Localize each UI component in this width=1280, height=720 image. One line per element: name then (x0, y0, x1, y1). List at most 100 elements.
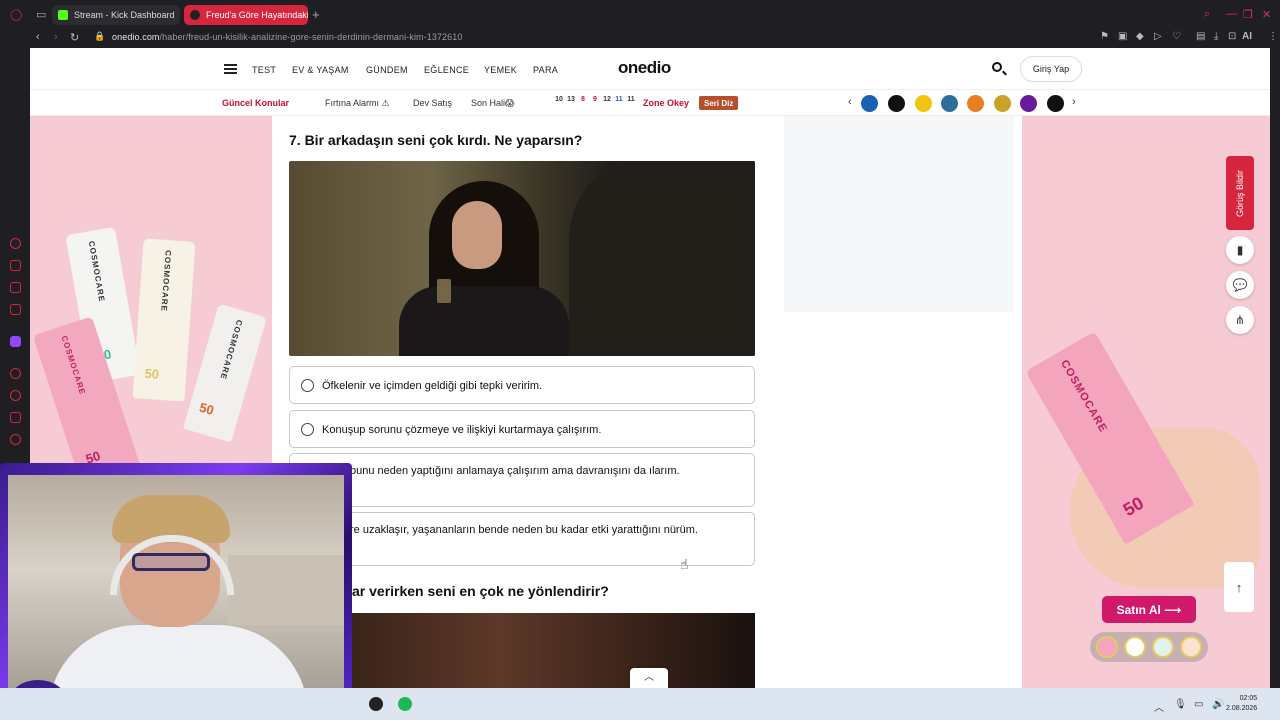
obs-icon[interactable] (369, 697, 383, 711)
answer-option[interactable]: Öfkelenir ve içimden geldiği gibi tepki … (289, 366, 755, 404)
close-window-icon[interactable]: ✕ (1262, 8, 1271, 21)
zone-okey-link[interactable]: Zone Okey (643, 98, 689, 108)
browser-right-edge (1270, 48, 1280, 688)
tray-expand-icon[interactable]: ︿ (1154, 699, 1164, 714)
feedback-button[interactable]: Görüş Bildir (1226, 156, 1254, 230)
nav-item-test[interactable]: TEST (252, 65, 276, 75)
hamburger-menu-icon[interactable] (224, 64, 237, 74)
nav-item-para[interactable]: PARA (533, 65, 558, 75)
webcam-feed: miav (8, 475, 344, 711)
reload-icon[interactable]: ↻ (70, 31, 79, 44)
trending-topic[interactable]: Dev Satış (413, 98, 452, 108)
clock-time: 02:05 (1239, 695, 1258, 702)
trending-topic[interactable]: Son Hali😱 (471, 98, 514, 109)
browser-tab-bar: ◯ ▭ Stream - Kick Dashboard Freud'a Göre… (0, 0, 1280, 30)
product-thumbnail-strip (1090, 632, 1208, 662)
microphone-icon[interactable]: 🎙 (1174, 699, 1187, 710)
radio-button[interactable] (301, 379, 314, 392)
display-icon[interactable]: ▭ (1194, 699, 1203, 710)
product-thumbnail[interactable] (1124, 636, 1146, 658)
download-icon[interactable]: ⤓ (1214, 31, 1218, 42)
sidebar-news-icon[interactable] (10, 304, 21, 315)
ai-button[interactable]: AI (1242, 31, 1252, 42)
buy-now-button[interactable]: Satın Al ⟶ (1102, 596, 1196, 623)
sunscreen-tube-ad[interactable]: COSMOCARE 50 (183, 303, 267, 443)
search-icon[interactable] (992, 62, 1002, 72)
sidebar-player-icon[interactable] (10, 368, 21, 379)
partner-logo-icon[interactable] (915, 95, 932, 112)
glasses (132, 553, 210, 571)
tab-kick-dashboard[interactable]: Stream - Kick Dashboard (52, 5, 180, 25)
shield-icon[interactable]: ◆ (1136, 31, 1144, 42)
partner-logo-icon[interactable] (1047, 95, 1064, 112)
partner-logo-icon[interactable] (994, 95, 1011, 112)
screenshot-icon[interactable]: ⊡ (1228, 31, 1236, 42)
answer-option[interactable]: Konuşup sorunu çözmeye ve ilişkiyi kurta… (289, 410, 755, 448)
okey-number-tiles[interactable]: 10 13 8 9 12 11 11 (554, 96, 636, 103)
clock-date: 2.08.2026 (1226, 705, 1258, 712)
back-icon[interactable]: ‹ (36, 31, 40, 43)
site-logo[interactable]: onedio (618, 58, 671, 78)
camera-icon[interactable]: ▣ (1118, 31, 1127, 42)
next-question-title: ar verirken seni en çok ne yönlendirir? (352, 583, 609, 599)
nav-item-ev-yasam[interactable]: EV & YAŞAM (292, 65, 349, 75)
partner-logo-icon[interactable] (967, 95, 984, 112)
webcam-overlay: miav (0, 463, 352, 720)
trending-topic[interactable]: Fırtına Alarmı ⚠ (325, 98, 390, 109)
sunscreen-tube-ad[interactable]: COSMOCARE 50 (132, 238, 196, 402)
tile-number: 12 (603, 96, 611, 103)
seri-diz-button[interactable]: Seri Diz (699, 96, 739, 110)
collapse-tab[interactable]: ︿ (630, 668, 668, 688)
forward-icon[interactable]: › (54, 31, 58, 43)
answer-option[interactable]: bunu neden yaptığını anlamaya çalışırım … (289, 453, 755, 507)
bookmark-button[interactable]: ▮ (1226, 236, 1254, 264)
sidebar-extensions-icon[interactable] (10, 412, 21, 423)
comments-button[interactable]: 💬 (1226, 271, 1254, 299)
nav-item-eglence[interactable]: EĞLENCE (424, 65, 469, 75)
sidebar-messenger-icon[interactable] (10, 238, 21, 249)
scroll-to-top-button[interactable]: ↑ (1224, 562, 1254, 612)
partner-logo-icon[interactable] (888, 95, 905, 112)
play-icon[interactable]: ▷ (1154, 31, 1162, 42)
tab-overview-icon[interactable]: ▭ (36, 8, 46, 21)
extension-icon[interactable]: ⚑ (1100, 31, 1109, 42)
url-field[interactable]: onedio.com/haber/freud-un-kisilik-analiz… (112, 32, 462, 42)
partner-logo-icon[interactable] (1020, 95, 1037, 112)
sidebar-history-icon[interactable] (10, 390, 21, 401)
product-thumbnail[interactable] (1152, 636, 1174, 658)
share-button[interactable]: ⋔ (1226, 306, 1254, 334)
chevron-left-icon[interactable]: ‹ (848, 96, 852, 108)
share-icon: ⋔ (1234, 313, 1246, 327)
restore-icon[interactable]: ❐ (1243, 8, 1253, 21)
product-thumbnail[interactable] (1096, 636, 1118, 658)
volume-icon[interactable]: 🔊 (1212, 699, 1224, 710)
nav-item-gundem[interactable]: GÜNDEM (366, 65, 408, 75)
browser-logo-icon[interactable]: ◯ (10, 8, 22, 21)
nav-item-yemek[interactable]: YEMEK (484, 65, 517, 75)
more-menu-icon[interactable]: ⋮ (1268, 31, 1278, 42)
chevron-right-icon[interactable]: › (1072, 96, 1076, 108)
minimize-icon[interactable]: — (1226, 8, 1237, 20)
wallet-icon[interactable]: ▤ (1196, 31, 1205, 42)
sidebar-settings-icon[interactable] (10, 434, 21, 445)
spotify-icon[interactable] (398, 697, 412, 711)
question-image (289, 161, 755, 356)
product-thumbnail[interactable] (1180, 636, 1202, 658)
new-tab-button[interactable]: + (312, 7, 320, 22)
sidebar-mail-icon[interactable] (10, 282, 21, 293)
tab-onedio[interactable]: Freud'a Göre Hayatındaki E (184, 5, 308, 25)
login-button[interactable]: Giriş Yap (1020, 56, 1082, 82)
partner-logo-icon[interactable] (861, 95, 878, 112)
sidebar-bag-icon[interactable] (10, 260, 21, 271)
partner-logo-icon[interactable] (941, 95, 958, 112)
option-text: bunu neden yaptığını anlamaya çalışırım … (350, 465, 680, 477)
heart-icon[interactable]: ♡ (1172, 31, 1181, 42)
tube-brand: COSMOCARE (159, 249, 173, 313)
radio-button[interactable] (301, 423, 314, 436)
system-clock[interactable]: 02:05 2.08.2026 (1226, 694, 1257, 714)
url-host: onedio.com (112, 32, 160, 42)
tab-title: Freud'a Göre Hayatındaki E (206, 10, 308, 20)
sidebar-twitch-icon[interactable] (10, 336, 21, 347)
tube-brand: COSMOCARE (1058, 358, 1110, 435)
search-tabs-icon[interactable]: ⌕ (1204, 8, 1210, 21)
